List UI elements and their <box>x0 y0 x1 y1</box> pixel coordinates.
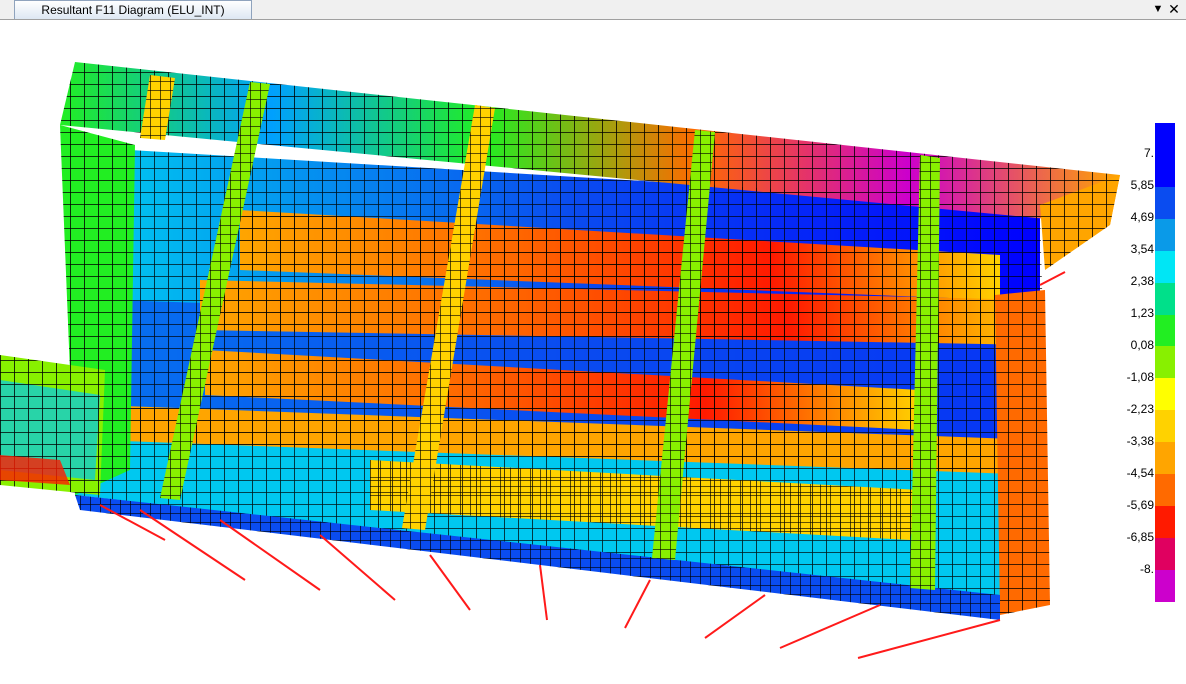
legend-label: 2,38 <box>1130 274 1154 288</box>
legend-swatch <box>1155 282 1175 315</box>
legend-label: -6,85 <box>1126 530 1154 544</box>
legend-swatch <box>1155 506 1175 538</box>
legend-label: 4,69 <box>1130 210 1154 224</box>
document-tab-bar: Resultant F11 Diagram (ELU_INT) ▼ ✕ <box>0 0 1186 20</box>
legend-label: 5,85 <box>1130 178 1154 192</box>
legend-label: 3,54 <box>1130 242 1154 256</box>
tab-resultant-f11-diagram[interactable]: Resultant F11 Diagram (ELU_INT) <box>14 0 252 19</box>
legend-swatch <box>1155 314 1175 347</box>
color-scale-legend <box>1155 123 1175 602</box>
legend-label: -5,69 <box>1126 498 1154 512</box>
legend-label: -4,54 <box>1126 466 1154 480</box>
legend-swatch <box>1155 474 1175 507</box>
left-wall <box>0 125 135 495</box>
legend-swatch <box>1155 378 1175 411</box>
legend-swatch <box>1155 569 1175 602</box>
legend-label: -3,38 <box>1126 434 1154 448</box>
legend-labels: 7. 5,85 4,69 3,54 2,38 1,23 0,08 -1,08 -… <box>1098 0 1154 684</box>
legend-label: 7. <box>1143 146 1154 160</box>
legend-swatch <box>1155 123 1175 155</box>
close-icon[interactable]: ✕ <box>1166 0 1182 19</box>
legend-label: 0,08 <box>1130 338 1154 352</box>
legend-swatch <box>1155 154 1175 187</box>
legend-swatch <box>1155 186 1175 219</box>
legend-swatch <box>1155 410 1175 443</box>
legend-swatch <box>1155 346 1175 379</box>
legend-label: -1,08 <box>1126 370 1154 384</box>
legend-label: -2,23 <box>1126 402 1154 416</box>
structural-model-viewport[interactable] <box>0 20 1186 684</box>
legend-label: 1,23 <box>1130 306 1154 320</box>
legend-swatch <box>1155 218 1175 251</box>
legend-swatch <box>1155 537 1175 570</box>
legend-swatch <box>1155 250 1175 283</box>
legend-label: -8. <box>1139 562 1154 576</box>
legend-swatch <box>1155 442 1175 475</box>
